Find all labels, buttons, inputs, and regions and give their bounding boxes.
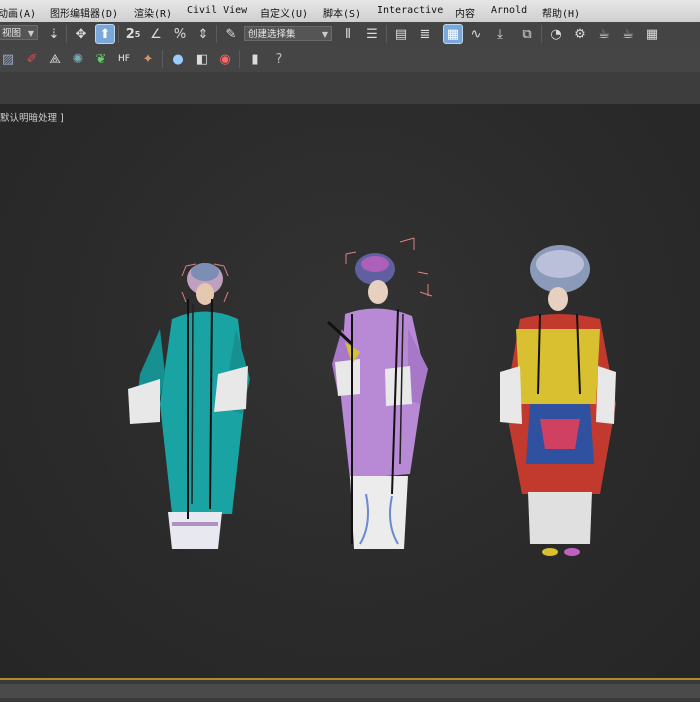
select-manipulate-icon[interactable]: ⬆ <box>95 24 115 44</box>
reference-coord-dropdown[interactable]: 视图 ▼ <box>0 25 38 40</box>
toolbar-separator <box>66 25 67 43</box>
main-toolbar: 视图 ▼ ⇣ ✥ ⬆ 25 ∠ % ⇕ ✎ 创建选择集 ▼ ⫴ ☰ ▤ ≣ ▦ … <box>0 22 700 47</box>
align-icon[interactable]: ☰ <box>362 24 382 44</box>
save-icon[interactable]: ▮ <box>245 49 265 69</box>
edit-named-selection-icon[interactable]: ✎ <box>221 24 241 44</box>
reference-coord-value: 视图 <box>2 28 22 39</box>
toolbar-separator <box>162 50 163 68</box>
camera-icon[interactable]: ◧ <box>192 49 212 69</box>
curve-editor-icon[interactable]: ∿ <box>466 24 486 44</box>
pivot-icon[interactable]: ⇣ <box>44 24 64 44</box>
layer-explorer-icon[interactable]: ≣ <box>415 24 435 44</box>
menu-interactive[interactable]: Interactive <box>377 5 443 16</box>
scene-figures[interactable] <box>0 104 700 678</box>
cloth-icon[interactable]: ✦ <box>138 49 158 69</box>
opera-figure-teal[interactable] <box>128 263 250 549</box>
secondary-toolbar: ▨ ✐ ⟁ ✺ ❦ HF ✦ ● ◧ ◉ ▮ ? <box>0 46 700 73</box>
toolbar-separator <box>541 25 542 43</box>
named-selection-value: 创建选择集 <box>248 29 296 40</box>
hair-fur-icon[interactable]: HF <box>114 49 134 69</box>
time-slider[interactable] <box>0 678 700 702</box>
render-teapot-icon[interactable]: ☕ <box>594 24 614 44</box>
menu-rendering[interactable]: 渲染(R) <box>134 5 172 20</box>
shape-icon[interactable]: ⟁ <box>45 49 65 69</box>
paint-brush-icon[interactable]: ✐ <box>22 49 42 69</box>
opera-figure-lilac[interactable] <box>326 237 433 549</box>
chevron-down-icon: ▼ <box>321 30 328 39</box>
menu-scripting[interactable]: 脚本(S) <box>323 5 361 20</box>
snap-2-5d-icon[interactable]: 25 <box>123 24 143 44</box>
render-grid-icon[interactable]: ▦ <box>642 24 662 44</box>
angle-snap-icon[interactable]: ∠ <box>146 24 166 44</box>
menu-arnold[interactable]: Arnold <box>491 5 527 16</box>
mirror-icon[interactable]: ⫴ <box>338 24 358 44</box>
particles-icon[interactable]: ✺ <box>68 49 88 69</box>
percent-snap-icon[interactable]: % <box>170 24 190 44</box>
render-icon[interactable]: ◉ <box>215 49 235 69</box>
named-selection-dropdown[interactable]: 创建选择集 ▼ <box>244 26 332 41</box>
menu-customize[interactable]: 自定义(U) <box>260 5 308 20</box>
ribbon-toggle-icon[interactable]: ▦ <box>443 24 463 44</box>
sphere-icon[interactable]: ● <box>168 49 188 69</box>
hatch-icon[interactable]: ▨ <box>0 49 18 69</box>
ribbon-area <box>0 72 700 105</box>
toolbar-separator <box>386 25 387 43</box>
menu-graph-editors[interactable]: 图形编辑器(D) <box>50 5 118 20</box>
menu-bar: 动画(A) 图形编辑器(D) 渲染(R) Civil View 自定义(U) 脚… <box>0 0 700 23</box>
spinner-snap-icon[interactable]: ⇕ <box>193 24 213 44</box>
menu-civil-view[interactable]: Civil View <box>187 5 247 16</box>
scene-explorer-icon[interactable]: ▤ <box>391 24 411 44</box>
foliage-icon[interactable]: ❦ <box>91 49 111 69</box>
material-editor-icon[interactable]: ◔ <box>546 24 566 44</box>
opera-figure-bride[interactable] <box>500 245 616 556</box>
menu-content[interactable]: 内容 <box>455 5 475 20</box>
menu-help[interactable]: 帮助(H) <box>542 5 580 20</box>
render-setup-icon[interactable]: ⚙ <box>570 24 590 44</box>
dope-sheet-icon[interactable]: ⤓ <box>490 24 510 44</box>
chevron-down-icon: ▼ <box>27 29 34 38</box>
time-slider-track[interactable] <box>0 684 700 698</box>
help-icon[interactable]: ? <box>269 49 289 69</box>
toolbar-separator <box>118 25 119 43</box>
toolbar-separator <box>239 50 240 68</box>
move-icon[interactable]: ✥ <box>71 24 91 44</box>
toolbar-separator <box>216 25 217 43</box>
schematic-view-icon[interactable]: ⧉ <box>517 24 537 44</box>
menu-animation[interactable]: 动画(A) <box>0 5 36 20</box>
render-frame-icon[interactable]: ☕ <box>618 24 638 44</box>
